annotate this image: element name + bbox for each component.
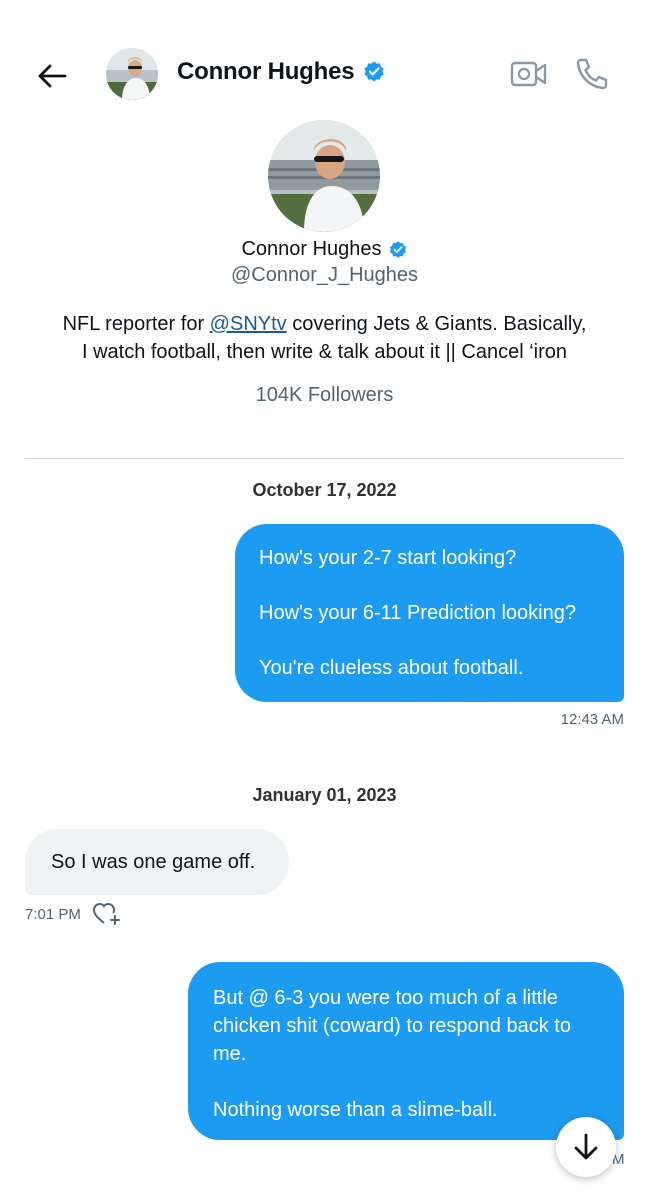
- message-line: You're clueless about football.: [259, 657, 524, 679]
- divider: [25, 458, 624, 459]
- back-button[interactable]: [28, 52, 76, 100]
- message-line: How's your 2-7 start looking?: [259, 547, 517, 569]
- date-separator: October 17, 2022: [252, 480, 397, 500]
- header-name-text: Connor Hughes: [177, 58, 355, 85]
- message-timestamp: 12:43 AM: [560, 711, 624, 728]
- message-line: me.: [213, 1043, 247, 1065]
- profile-avatar[interactable]: [268, 120, 380, 232]
- message-line: chicken shit (coward) to respond back to: [213, 1015, 571, 1037]
- video-call-button[interactable]: [509, 56, 549, 92]
- message-bubble-incoming[interactable]: So I was one game off.: [25, 829, 289, 895]
- phone-icon: [576, 58, 608, 90]
- date-separator: January 01, 2023: [252, 785, 397, 805]
- verified-badge-icon: [388, 240, 408, 260]
- bio-prefix: NFL reporter for: [62, 313, 210, 335]
- add-reaction-button[interactable]: [92, 901, 122, 927]
- arrow-down-icon: [574, 1133, 598, 1160]
- profile-name: Connor Hughes: [0, 238, 649, 261]
- followers-count[interactable]: 104K Followers: [0, 384, 649, 407]
- message-line: But @ 6-3 you were too much of a little: [213, 987, 558, 1009]
- message-line: How's your 6-11 Prediction looking?: [259, 602, 576, 624]
- profile-name-text: Connor Hughes: [241, 238, 382, 260]
- bio-line2: I watch football, then write & talk abou…: [81, 341, 568, 363]
- heart-plus-icon: [93, 903, 120, 925]
- video-call-icon: [510, 61, 547, 87]
- bio-line1-suffix: covering Jets & Giants. Basically,: [286, 313, 587, 335]
- message-bubble-outgoing[interactable]: How's your 2-7 start looking? How's your…: [235, 524, 624, 702]
- scroll-to-bottom-button[interactable]: [556, 1117, 616, 1177]
- profile-bio: NFL reporter for @SNYtv covering Jets & …: [40, 310, 609, 366]
- header-avatar[interactable]: [106, 48, 158, 100]
- message-line: So I was one game off.: [51, 851, 256, 873]
- call-button[interactable]: [572, 54, 612, 94]
- verified-badge-icon: [362, 60, 386, 84]
- arrow-left-icon: [38, 64, 67, 88]
- profile-handle: @Connor_J_Hughes: [230, 264, 419, 286]
- message-timestamp: 7:01 PM: [25, 906, 81, 923]
- message-bubble-outgoing[interactable]: But @ 6-3 you were too much of a little …: [188, 962, 624, 1140]
- header-user-name[interactable]: Connor Hughes: [177, 58, 386, 86]
- bio-mention-link[interactable]: @SNYtv: [210, 313, 287, 335]
- message-line: Nothing worse than a slime-ball.: [213, 1099, 498, 1121]
